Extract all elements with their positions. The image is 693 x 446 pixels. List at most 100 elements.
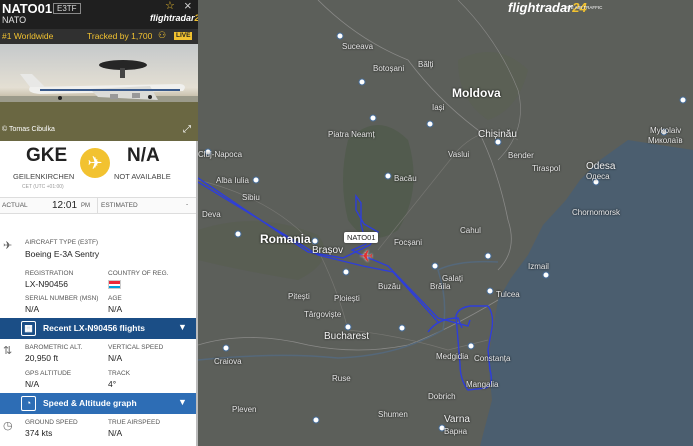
map-label-deva: Deva [202,210,221,219]
actual-ampm: PM [81,203,90,209]
map-label-brasov: Brașov [312,245,344,256]
recent-flights-title: Recent LX-N90456 flights [43,323,146,333]
estimated-label: ESTIMATED [101,202,138,209]
map-label-odesa: Odesa [586,161,616,172]
rank-text: #1 Worldwide [2,31,54,41]
map-label-varna-cyr: Варна [444,427,468,436]
map-label-varna: Varna [444,414,470,425]
gps-alt-value: N/A [25,379,40,389]
city-pin-icon [486,287,494,295]
chevron-down-icon[interactable]: ▼ [178,322,187,332]
map-label-piatra: Piatra Neamț [328,130,375,139]
map-label-mangalia: Mangalia [466,380,499,389]
aircraft-marker-icon[interactable]: ✈ [357,246,373,263]
fr24-map-subtitle: LIVE AIR TRAFFIC [564,5,603,10]
speed-altitude-bar[interactable]: ◔ Speed & Altitude graph ▼ [0,393,196,414]
rank-bar: #1 Worldwide Tracked by 1,700 ⚇ LIVE [0,29,198,44]
speed-icon: ◷ [3,420,13,432]
age-value: N/A [108,304,123,314]
map-label-izmail: Izmail [528,262,549,271]
country-label: COUNTRY OF REG. [108,270,169,277]
true-airspeed-label: TRUE AIRSPEED [108,419,161,426]
destination-code: N/A [127,145,160,166]
luxembourg-flag [108,280,121,289]
map-view[interactable]: Moldova Romania Chișinău Odesa Одеса Myk… [198,0,693,446]
true-airspeed-value: N/A [108,428,123,438]
map-label-ruse: Ruse [332,374,351,383]
track-value: 4° [108,379,117,389]
ground-speed-value: 374 kts [25,428,53,438]
map-label-craiova: Craiova [214,357,242,366]
map-label-tulcea: Tulcea [496,290,520,299]
estimated-value: - [186,201,189,208]
aircraft-photo[interactable]: © Tomas Cibulka ⤢ [0,44,198,141]
city-pin-icon [336,32,344,40]
map-label-tiraspol: Tiraspol [532,164,561,173]
map-label-bucharest: Bucharest [324,331,370,342]
map-label-bacau: Bacău [394,174,417,183]
origin-city: GEILENKIRCHEN [13,172,75,181]
origin-code[interactable]: GKE [26,145,67,167]
map-label-botosani: Botoșani [373,64,405,73]
calendar-icon: ▦ [21,321,36,336]
vertical-speed-value: N/A [108,353,123,363]
track-label: TRACK [108,370,131,377]
actual-time: 12:01 [52,200,78,211]
ground-speed-label: GROUND SPEED [25,419,78,426]
baro-alt-value: 20,950 ft [25,353,59,363]
map-label-shumen: Shumen [378,410,408,419]
city-pin-icon [369,114,377,122]
registration-value[interactable]: LX-N90456 [25,279,68,289]
serial-label: SERIAL NUMBER (MSN) [25,295,99,302]
route-section: GKE GEILENKIRCHEN CET (UTC +01:00) ✈ N/A… [0,141,198,197]
city-pin-icon [222,344,230,352]
map-label-chernomorsk: Chornomorsk [572,208,621,217]
city-pin-icon [484,252,492,260]
tracked-count: Tracked by 1,700 [87,31,153,41]
city-pin-icon [311,237,319,245]
map-label-romania: Romania [260,232,311,246]
map-label-pleven: Pleven [232,405,257,414]
graph-icon: ◔ [21,396,36,411]
expand-icon[interactable]: ⤢ [183,124,191,135]
recent-flights-bar[interactable]: ▦ Recent LX-N90456 flights ▼ [0,318,196,339]
chevron-down-icon[interactable]: ▼ [178,397,187,407]
map-label-alba: Alba Iulia [216,176,249,185]
flightradar24-window: NATO01 E3TF NATO ☆ × flightradar24 #1 Wo… [0,0,693,446]
map-label-iasi: Iași [432,103,445,112]
star-icon[interactable]: ☆ [165,0,175,12]
city-pin-icon [467,342,475,350]
aircraft-callsign-label[interactable]: NATO01 [344,232,379,243]
times-row: ACTUAL 12:01 PM ESTIMATED - [0,197,198,214]
aircraft-code-badge: E3TF [53,3,81,14]
photo-credit[interactable]: © Tomas Cibulka [2,126,55,133]
divider [97,198,98,214]
map-label-balti: Bălți [418,60,434,69]
baro-alt-label: BAROMETRIC ALT. [25,344,83,351]
close-icon[interactable]: × [184,0,192,13]
city-pin-icon [344,323,352,331]
fr24-panel-logo: flightradar24 [150,13,198,23]
map-label-constanta: Constanța [474,354,511,363]
airplane-icon: ✈ [80,148,110,178]
map-label-cluj: Cluj-Napoca [198,150,243,159]
registration-label: REGISTRATION [25,270,74,277]
map-label-pitesti: Pitești [288,292,310,301]
city-pin-icon [426,120,434,128]
actual-label: ACTUAL [2,202,28,209]
city-pin-icon [679,96,687,104]
map-label-vaslui: Vaslui [448,150,470,159]
city-pin-icon [358,78,366,86]
flight-info-panel: NATO01 E3TF NATO ☆ × flightradar24 #1 Wo… [0,0,198,446]
map-label-sibiu: Sibiu [242,193,260,202]
operator-name: NATO [2,15,27,25]
destination-city: NOT AVAILABLE [114,172,171,181]
city-pin-icon [384,172,392,180]
spacer [0,214,198,232]
city-pin-icon [234,230,242,238]
aircraft-type-label: AIRCRAFT TYPE (E3TF) [25,239,99,246]
city-pin-icon [312,416,320,424]
map-label-ploiesti: Ploiești [334,294,360,303]
vertical-speed-label: VERTICAL SPEED [108,344,164,351]
map-label-suceava: Suceava [342,42,374,51]
